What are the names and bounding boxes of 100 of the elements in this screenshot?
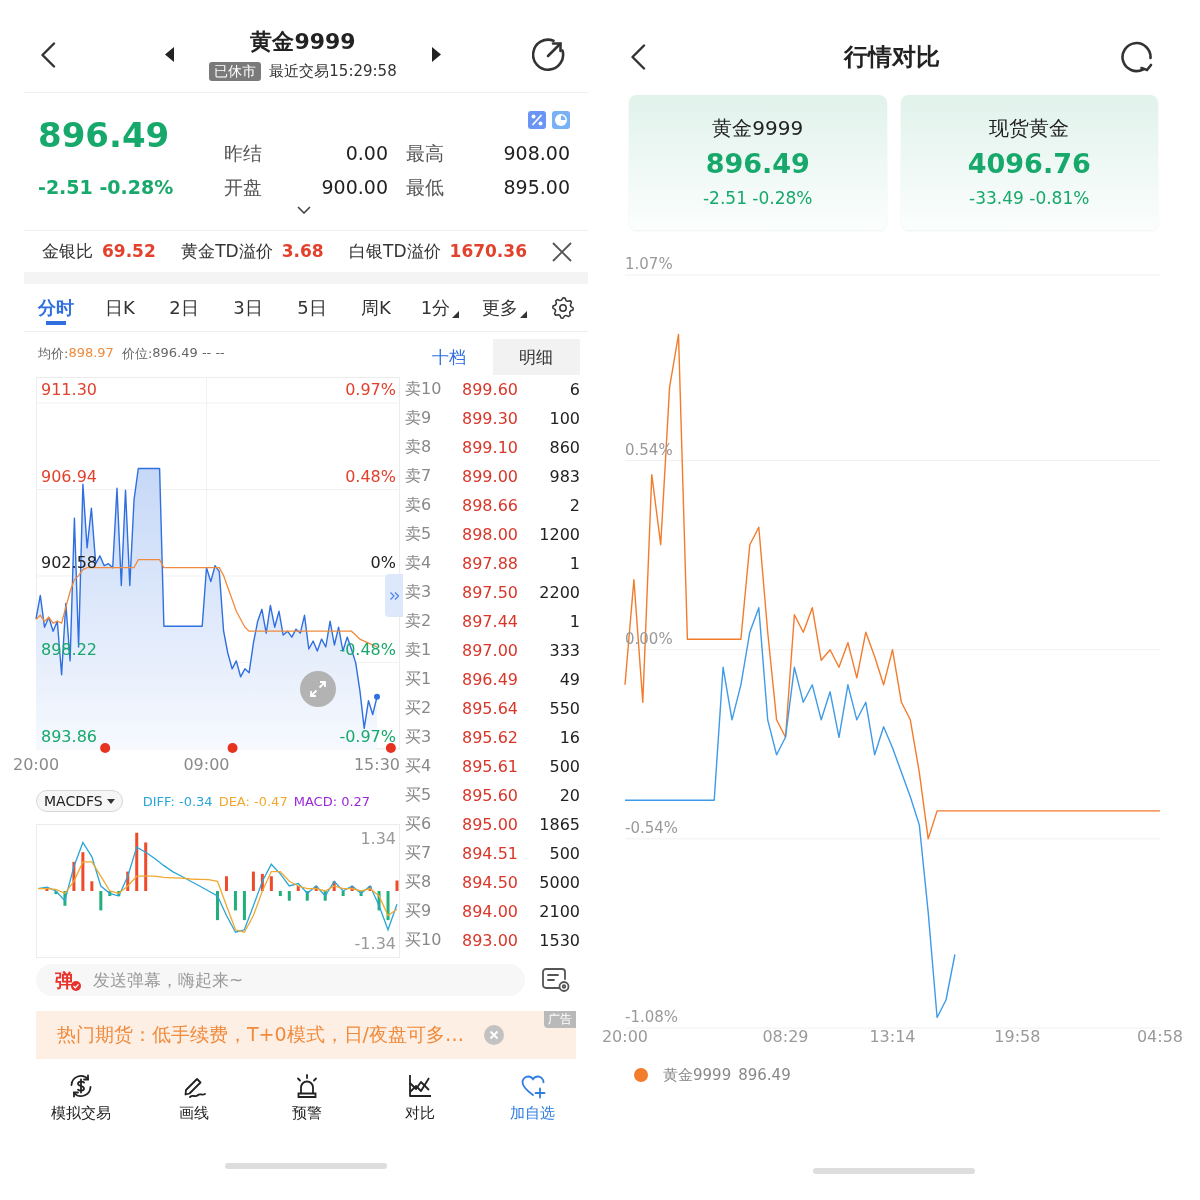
level-price: 899.10	[462, 438, 519, 457]
level-label: 卖3	[405, 582, 433, 603]
last-price: 896.49	[38, 115, 170, 155]
level-volume: 5000	[538, 873, 580, 892]
level-volume: 860	[548, 438, 580, 457]
stat-value: 895.00	[502, 175, 570, 200]
ad-tag: 广告	[544, 1011, 576, 1028]
level-label: 卖6	[405, 495, 433, 516]
level-label: 卖7	[405, 466, 433, 487]
percent-axis-label: -1.08%	[625, 1008, 679, 1026]
level-label: 卖1	[405, 640, 433, 661]
level-label: 卖8	[405, 437, 433, 458]
level-volume: 500	[548, 844, 580, 863]
card-price: 4096.76	[967, 147, 1091, 181]
card-change: -2.51 -0.28%	[703, 187, 813, 209]
level-volume: 1865	[538, 815, 580, 834]
level-label: 卖9	[405, 408, 433, 429]
price-change: -2.51 -0.28%	[38, 175, 174, 199]
level-volume: 49	[558, 670, 580, 689]
spread-label: 金银比	[42, 240, 93, 263]
instrument-title: 黄金9999	[250, 28, 356, 56]
card-name: 现货黄金	[989, 115, 1070, 141]
level-label: 卖2	[405, 611, 433, 632]
indicator-value: MACD: 0.27	[293, 793, 371, 809]
level-price: 897.88	[462, 554, 519, 573]
stat-value: 900.00	[320, 175, 388, 200]
level-volume: 2200	[538, 583, 580, 602]
level-volume: 100	[548, 409, 580, 428]
time-axis-label: 15:30	[353, 754, 401, 774]
time-axis-label: 13:14	[869, 1026, 916, 1046]
stat-label: 最低	[405, 175, 445, 200]
indicator-axis-label: -1.34	[354, 933, 396, 953]
level-label: 买1	[405, 669, 433, 690]
level-price: 895.60	[462, 786, 519, 805]
indicator-value: DIFF: -0.34	[142, 793, 213, 809]
percent-axis-label: 0.48%	[345, 467, 396, 486]
level-label: 买7	[405, 843, 433, 864]
level-volume: 550	[548, 699, 580, 718]
level-volume: 1530	[538, 931, 580, 950]
level-volume: 2	[568, 496, 580, 515]
level-price: 895.62	[462, 728, 519, 747]
level-label: 买4	[405, 756, 433, 777]
level-volume: 1200	[538, 525, 580, 544]
level-label: 卖10	[405, 379, 443, 400]
time-axis-label: 19:58	[994, 1026, 1041, 1046]
percent-axis-label: -0.54%	[625, 818, 679, 837]
percent-axis-label: 0%	[370, 553, 396, 573]
card-change: -33.49 -0.81%	[969, 187, 1090, 209]
level-label: 买5	[405, 785, 433, 806]
percent-axis-label: 1.07%	[625, 255, 673, 273]
level-volume: 6	[568, 380, 580, 399]
time-axis-label: 20:00	[601, 1026, 649, 1046]
level-label: 买2	[405, 698, 433, 719]
level-label: 买6	[405, 814, 433, 835]
level-price: 895.64	[462, 699, 519, 718]
level-label: 买3	[405, 727, 433, 748]
info-label: 价位:	[121, 345, 153, 363]
level-volume: 16	[558, 728, 580, 747]
level-price: 896.49	[462, 670, 519, 689]
spread-label: 白银TD溢价	[349, 240, 441, 263]
stat-label: 开盘	[224, 175, 263, 200]
indicator-value: DEA: -0.47	[218, 793, 288, 809]
info-value: 898.97	[68, 345, 114, 362]
level-label: 卖4	[405, 553, 433, 574]
indicator-axis-label: 1.34	[360, 829, 396, 849]
level-volume: 983	[548, 467, 580, 486]
level-label: 买10	[405, 930, 443, 951]
stat-label: 最高	[405, 141, 445, 166]
info-value: 896.49 -- --	[152, 345, 225, 362]
legend-label: 黄金9999	[663, 1065, 732, 1085]
last-trade-time: 最近交易15:29:58	[269, 61, 397, 81]
time-axis-label: 08:29	[762, 1026, 809, 1046]
percent-axis-label: -0.97%	[339, 726, 396, 746]
percent-axis-label: 0.97%	[345, 380, 396, 400]
info-label: 均价:	[38, 345, 69, 363]
level-volume: 1	[568, 612, 580, 631]
level-label: 买9	[405, 901, 433, 922]
level-label: 买8	[405, 872, 433, 893]
level-price: 897.44	[462, 612, 519, 631]
time-axis-label: 20:00	[12, 754, 60, 774]
level-price: 894.50	[462, 873, 519, 892]
stat-value: 0.00	[344, 141, 388, 166]
level-price: 899.00	[462, 467, 519, 486]
spread-value: 1670.36	[449, 241, 527, 261]
stat-value: 908.00	[502, 141, 570, 166]
card-name: 黄金9999	[712, 115, 804, 141]
level-volume: 2100	[538, 902, 580, 921]
time-axis-label: 04:58	[1136, 1026, 1184, 1046]
level-price: 899.30	[462, 409, 519, 428]
level-price: 894.51	[462, 844, 519, 863]
card-price: 896.49	[705, 147, 810, 181]
level-price: 898.00	[462, 525, 519, 544]
level-price: 894.00	[462, 902, 519, 921]
page-title: 行情对比	[843, 42, 940, 73]
legend-value: 896.49	[738, 1066, 791, 1084]
ad-text: 热门期货：低手续费，T+0模式，日/夜盘可多…	[57, 1022, 464, 1047]
level-volume: 333	[548, 641, 580, 660]
price-axis-label: 906.94	[41, 467, 97, 486]
level-label: 卖5	[405, 524, 433, 545]
level-price: 898.66	[462, 496, 519, 515]
